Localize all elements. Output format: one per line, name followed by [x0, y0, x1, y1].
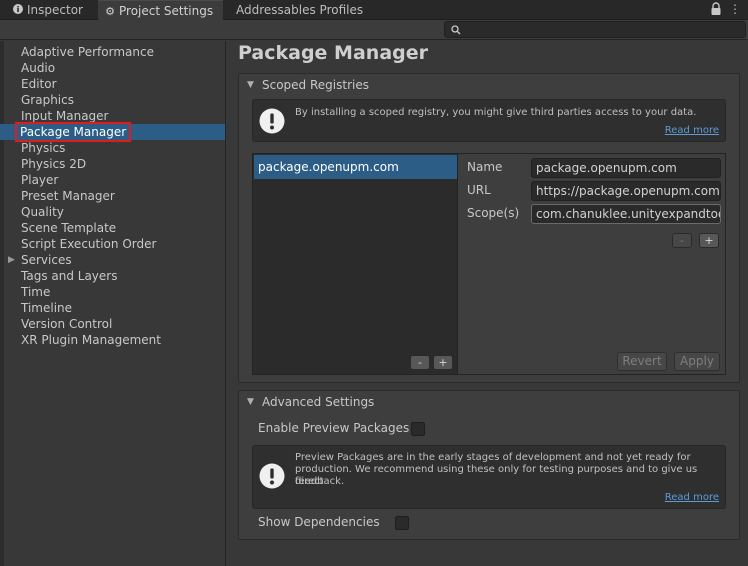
show-dependencies-checkbox[interactable]: [395, 516, 409, 530]
foldout-arrow-icon[interactable]: ▼: [247, 74, 254, 96]
registry-item[interactable]: package.openupm.com: [254, 155, 457, 179]
sidebar-item-graphics[interactable]: Graphics: [0, 92, 225, 108]
preview-packages-info: Preview Packages are in the early stages…: [252, 445, 726, 509]
scopes-label: Scope(s): [467, 206, 520, 220]
sidebar-item-physics[interactable]: Physics: [0, 140, 225, 156]
preview-info-line-3: feedback.: [295, 476, 345, 487]
sidebar-item-timeline[interactable]: Timeline: [0, 300, 225, 316]
scoped-read-more-link[interactable]: Read more: [665, 125, 719, 136]
info-icon: [12, 1, 24, 21]
sidebar-item-editor[interactable]: Editor: [0, 76, 225, 92]
advanced-settings-header[interactable]: ▼ Advanced Settings: [239, 391, 739, 413]
apply-button[interactable]: Apply: [674, 352, 720, 371]
preview-info-line-2: production. We recommend using these onl…: [295, 464, 698, 487]
tab-inspector[interactable]: Inspector: [6, 0, 98, 20]
registry-scope-field[interactable]: com.chanuklee.unityexpandtool: [531, 204, 721, 224]
sidebar-item-audio[interactable]: Audio: [0, 60, 225, 76]
settings-search-input[interactable]: [444, 21, 746, 38]
warning-info-icon: [259, 463, 285, 489]
add-scope-button[interactable]: +: [699, 233, 719, 248]
enable-preview-packages-checkbox[interactable]: [411, 422, 425, 436]
sidebar-item-version-control[interactable]: Version Control: [0, 316, 225, 332]
kebab-menu-icon[interactable]: ⋮: [728, 3, 742, 15]
scoped-registries-header[interactable]: ▼ Scoped Registries: [239, 74, 739, 96]
remove-registry-button[interactable]: -: [410, 355, 430, 370]
sidebar-item-player[interactable]: Player: [0, 172, 225, 188]
sidebar-item-quality[interactable]: Quality: [0, 204, 225, 220]
warning-info-icon: [259, 108, 285, 134]
sidebar-item-time[interactable]: Time: [0, 284, 225, 300]
scoped-registry-warning: By installing a scoped registry, you mig…: [252, 99, 726, 142]
name-label: Name: [467, 160, 503, 174]
preview-info-line-1: Preview Packages are in the early stages…: [295, 452, 691, 463]
tab-bar: Inspector ⚙ Project Settings Addressables…: [0, 0, 748, 20]
sidebar-item-tags-and-layers[interactable]: Tags and Layers: [0, 268, 225, 284]
enable-preview-packages-label: Enable Preview Packages: [258, 421, 410, 435]
sidebar-item-script-execution-order[interactable]: Script Execution Order: [0, 236, 225, 252]
sidebar-item-adaptive-performance[interactable]: Adaptive Performance: [0, 44, 225, 60]
remove-scope-button[interactable]: -: [672, 233, 692, 248]
registry-name-field[interactable]: package.openupm.com: [531, 158, 721, 178]
tab-project-settings[interactable]: ⚙ Project Settings: [98, 0, 223, 20]
preview-read-more-link[interactable]: Read more: [665, 492, 719, 503]
sidebar-item-input-manager[interactable]: Input Manager: [0, 108, 225, 124]
sidebar-item-xr-plugin-management[interactable]: XR Plugin Management: [0, 332, 225, 348]
sidebar-item-services[interactable]: ▶ Services: [0, 252, 225, 268]
search-icon: [451, 24, 461, 35]
tab-addressables-profiles[interactable]: Addressables Profiles: [230, 0, 370, 20]
url-label: URL: [467, 183, 491, 197]
gear-icon: ⚙: [105, 5, 115, 18]
registry-list: package.openupm.com: [252, 153, 458, 375]
lock-icon[interactable]: [710, 2, 722, 16]
registry-url-field[interactable]: https://package.openupm.com: [531, 181, 721, 201]
revert-button[interactable]: Revert: [617, 352, 667, 371]
add-registry-button[interactable]: +: [433, 355, 453, 370]
foldout-arrow-icon[interactable]: ▼: [247, 391, 254, 413]
scoped-warning-text: By installing a scoped registry, you mig…: [295, 107, 697, 118]
sidebar-item-preset-manager[interactable]: Preset Manager: [0, 188, 225, 204]
sidebar-item-scene-template[interactable]: Scene Template: [0, 220, 225, 236]
page-title: Package Manager: [238, 42, 428, 64]
sidebar-item-package-manager[interactable]: Package Manager: [0, 122, 225, 142]
expand-arrow-icon[interactable]: ▶: [8, 252, 15, 268]
sidebar-item-physics-2d[interactable]: Physics 2D: [0, 156, 225, 172]
show-dependencies-label: Show Dependencies: [258, 515, 380, 529]
